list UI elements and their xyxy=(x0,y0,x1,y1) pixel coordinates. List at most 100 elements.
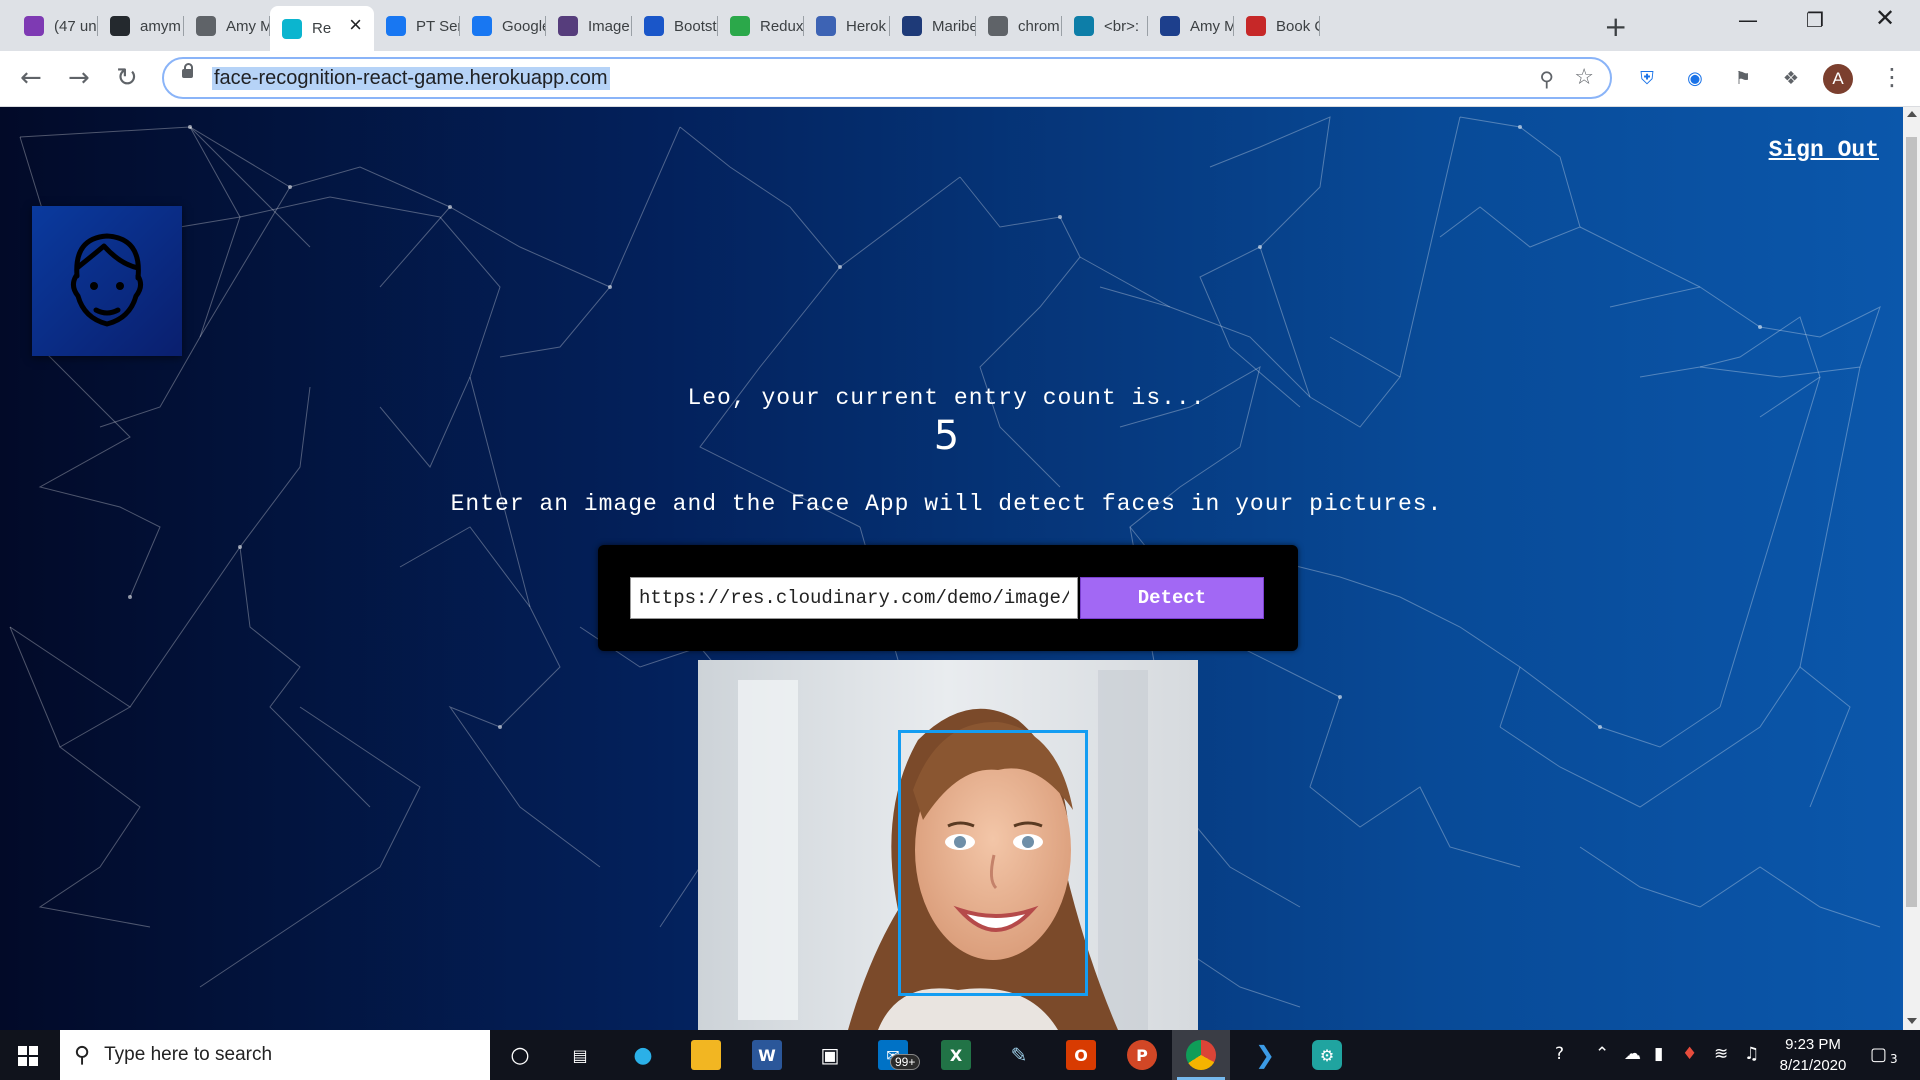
cortana-icon[interactable]: ○ xyxy=(505,1040,535,1070)
windows-taskbar: ⚲ Type here to search ○ ▤ ● W ▣ ✉ 99+ X … xyxy=(0,1030,1920,1080)
security-icon[interactable]: ♦ xyxy=(1682,1044,1697,1064)
search-icon: ⚲ xyxy=(74,1042,91,1068)
tab-title: Redux xyxy=(760,17,804,35)
search-placeholder: Type here to search xyxy=(104,1044,273,1065)
browser-tab[interactable]: Redux xyxy=(718,8,804,44)
browser-tab[interactable]: Amy M xyxy=(184,8,270,44)
help-icon[interactable]: ? xyxy=(1555,1044,1564,1064)
onedrive-icon[interactable]: ☁ xyxy=(1624,1044,1641,1064)
welcome-message: Leo, your current entry count is... xyxy=(687,385,1206,411)
address-url[interactable]: face-recognition-react-game.herokuapp.co… xyxy=(212,67,610,90)
mail-unread-badge: 99+ xyxy=(890,1054,921,1070)
browser-tab[interactable]: Maribe xyxy=(890,8,976,44)
volume-icon[interactable]: ♫ xyxy=(1744,1044,1759,1064)
browser-tab[interactable]: PT Seri xyxy=(374,8,460,44)
chrome-icon[interactable] xyxy=(1186,1040,1216,1070)
tab-title: Google xyxy=(502,17,546,35)
browser-tab[interactable]: Book C xyxy=(1234,8,1320,44)
address-bar[interactable]: face-recognition-react-game.herokuapp.co… xyxy=(162,57,1612,99)
notification-count: 3 xyxy=(1890,1052,1898,1066)
office-icon[interactable]: O xyxy=(1066,1040,1096,1070)
tab-title: Bootst xyxy=(674,17,717,35)
browser-tab[interactable]: Google xyxy=(460,8,546,44)
close-tab-icon[interactable]: × xyxy=(349,12,362,38)
browser-tab[interactable]: chrom xyxy=(976,8,1062,44)
word-icon[interactable]: W xyxy=(752,1040,782,1070)
profile-avatar[interactable]: A xyxy=(1823,64,1853,94)
sign-out-link[interactable]: Sign Out xyxy=(1769,137,1879,163)
tab-title: Re xyxy=(312,20,332,37)
app-logo[interactable] xyxy=(32,206,182,356)
taskbar-search-box[interactable]: ⚲ Type here to search xyxy=(60,1030,490,1080)
browser-tab[interactable]: amym xyxy=(98,8,184,44)
tab-title: Amy M xyxy=(226,17,270,35)
bookmark-star-icon[interactable]: ☆ xyxy=(1574,65,1594,90)
tab-title: Amy M xyxy=(1190,17,1234,35)
browser-tab[interactable]: (47 un xyxy=(12,8,98,44)
browser-tab[interactable]: Re × xyxy=(270,6,374,51)
image-url-input[interactable] xyxy=(630,577,1078,619)
scrollbar-thumb[interactable] xyxy=(1906,137,1917,907)
tab-title: Maribe xyxy=(932,17,976,35)
facebook-icon xyxy=(472,16,492,36)
face-bounding-box xyxy=(898,730,1088,996)
vscode-icon[interactable]: ❯ xyxy=(1250,1040,1280,1070)
browser-toolbar: ← → ↻ face-recognition-react-game.heroku… xyxy=(0,51,1920,107)
close-window-button[interactable]: ✕ xyxy=(1875,4,1895,32)
store-icon[interactable]: ▣ xyxy=(815,1040,845,1070)
lock-icon xyxy=(182,63,193,78)
gmail-icon xyxy=(24,16,44,36)
scroll-down-arrow-icon[interactable] xyxy=(1907,1018,1917,1024)
image-url-form: Detect xyxy=(598,545,1298,651)
reload-button[interactable]: ↻ xyxy=(116,63,138,93)
github-icon xyxy=(110,16,130,36)
browser-tab[interactable]: <br>: xyxy=(1062,8,1148,44)
browser-tab[interactable]: Bootst xyxy=(632,8,718,44)
tab-title: PT Seri xyxy=(416,17,460,35)
shield-extension-icon[interactable]: ⛨ xyxy=(1634,65,1660,91)
page-scrollbar[interactable] xyxy=(1903,107,1920,1030)
new-tab-button[interactable]: + xyxy=(1604,10,1627,43)
zoom-icon[interactable]: ⚲ xyxy=(1539,67,1554,91)
minimize-button[interactable]: — xyxy=(1738,8,1758,32)
clock-date: 8/21/2020 xyxy=(1779,1057,1847,1074)
flag-extension-icon[interactable]: ⚑ xyxy=(1730,65,1756,91)
system-clock[interactable]: 9:23 PM 8/21/2020 xyxy=(1768,1034,1858,1076)
detect-button[interactable]: Detect xyxy=(1080,577,1264,619)
browser-menu-icon[interactable]: ⋮ xyxy=(1880,63,1904,91)
web-page: Sign Out Leo, your current entry count i… xyxy=(0,107,1903,1030)
book-icon xyxy=(1246,16,1266,36)
tab-title: Herok xyxy=(846,17,887,35)
git-kraken-icon[interactable]: ⚙ xyxy=(1312,1040,1342,1070)
forward-button[interactable]: → xyxy=(68,63,90,93)
windows-start-icon[interactable] xyxy=(18,1046,38,1066)
face-logo-icon xyxy=(70,233,144,327)
tab-title: (47 un xyxy=(54,17,97,35)
back-button[interactable]: ← xyxy=(20,63,42,93)
facebook-icon xyxy=(386,16,406,36)
tab-title: Image xyxy=(588,17,630,35)
location-extension-icon[interactable]: ◉ xyxy=(1682,65,1708,91)
show-hidden-icons-chevron-icon[interactable]: ⌃ xyxy=(1595,1044,1609,1064)
edge-icon[interactable]: ● xyxy=(628,1040,658,1070)
action-center-icon[interactable]: ▢ xyxy=(1870,1044,1887,1065)
browser-tab[interactable]: Amy M xyxy=(1148,8,1234,44)
browser-tab[interactable]: Image xyxy=(546,8,632,44)
battery-icon[interactable]: ▮ xyxy=(1654,1044,1663,1064)
globe-icon xyxy=(196,16,216,36)
heart-icon xyxy=(902,16,922,36)
restore-button[interactable]: ❐ xyxy=(1806,8,1824,32)
paint-icon[interactable]: ✎ xyxy=(1004,1040,1034,1070)
file-explorer-icon[interactable] xyxy=(691,1040,721,1070)
scroll-up-arrow-icon[interactable] xyxy=(1907,111,1917,117)
bird-icon xyxy=(1074,16,1094,36)
browser-tab-strip: (47 un amym Amy M Re × PT Seri Google Image Boot… xyxy=(0,0,1920,51)
wifi-icon[interactable]: ≋ xyxy=(1714,1044,1728,1064)
browser-tab[interactable]: Herok xyxy=(804,8,890,44)
task-view-icon[interactable]: ▤ xyxy=(565,1040,595,1070)
puzzle-extensions-icon[interactable]: ❖ xyxy=(1778,65,1804,91)
powerpoint-icon[interactable]: P xyxy=(1127,1040,1157,1070)
bootstrap-icon xyxy=(558,16,578,36)
tab-separator xyxy=(1319,16,1320,36)
excel-icon[interactable]: X xyxy=(941,1040,971,1070)
